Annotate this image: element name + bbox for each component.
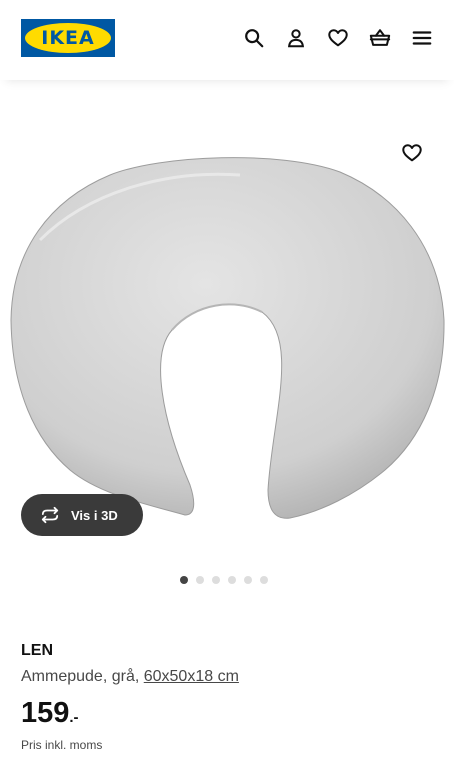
carousel-dot[interactable] (260, 576, 268, 584)
product-name: LEN (21, 642, 53, 659)
price-suffix: .- (69, 709, 79, 726)
carousel-dot[interactable] (244, 576, 252, 584)
carousel-dot[interactable] (196, 576, 204, 584)
price-note: Pris inkl. moms (21, 738, 103, 752)
product-description-text: Ammepude, grå, (21, 668, 144, 685)
logo-text: IKEA (41, 27, 95, 49)
price-integer: 159 (21, 697, 70, 729)
product-price: 159 .- (21, 696, 79, 730)
menu-icon[interactable] (410, 26, 434, 50)
carousel-dot[interactable] (212, 576, 220, 584)
nursing-pillow-image (10, 157, 445, 519)
product-description: Ammepude, grå, 60x50x18 cm (21, 668, 239, 686)
logo-oval: IKEA (25, 23, 111, 53)
favorite-icon[interactable] (400, 141, 424, 165)
carousel-dots (180, 576, 268, 584)
ikea-logo[interactable]: IKEA (21, 19, 115, 57)
heart-icon[interactable] (326, 26, 350, 50)
rotate-3d-icon (41, 506, 59, 524)
basket-icon[interactable] (368, 26, 392, 50)
user-icon[interactable] (284, 26, 308, 50)
carousel-dot[interactable] (228, 576, 236, 584)
header: IKEA (0, 0, 454, 80)
product-image[interactable] (0, 80, 454, 620)
view-in-3d-button[interactable]: Vis i 3D (21, 494, 143, 536)
product-dimensions-link[interactable]: 60x50x18 cm (144, 668, 239, 685)
view-in-3d-label: Vis i 3D (71, 507, 118, 523)
search-icon[interactable] (242, 26, 266, 50)
carousel-dot-active[interactable] (180, 576, 188, 584)
